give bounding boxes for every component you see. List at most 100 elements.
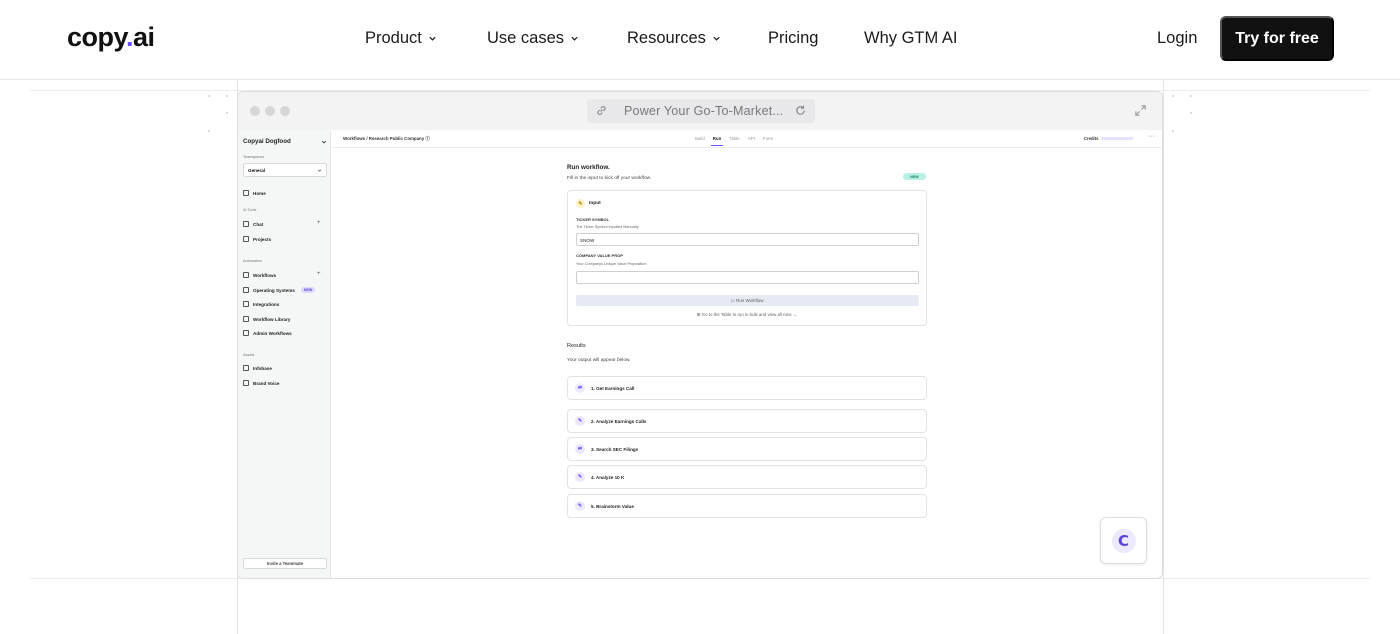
credits-bar	[1101, 137, 1134, 140]
teamspaces-label: Teamspaces	[243, 155, 265, 159]
go-to-table-link[interactable]: ⊞ Go to the Table to run in bulk and vie…	[568, 312, 926, 318]
grid-dot	[208, 95, 210, 97]
chat-logo-icon: C	[1111, 528, 1136, 553]
url-bar[interactable]: Power Your Go-To-Market...	[587, 99, 815, 123]
sidebar-item-home[interactable]: Home	[243, 190, 266, 196]
step-icon: ✎	[575, 416, 585, 426]
teamspace-select[interactable]: General	[243, 163, 327, 177]
top-nav: copy.ai Product Use cases Resources Pric…	[0, 0, 1400, 80]
chevron-down-icon	[571, 36, 578, 41]
run-workflow-button[interactable]: ▷ Run Workflow	[576, 295, 919, 306]
results-subtitle: Your output will appear below.	[567, 358, 631, 363]
step-label: 4. Analyze 10 K	[591, 474, 625, 480]
result-step[interactable]: ✎ 2. Analyze Earnings Calls	[567, 409, 927, 433]
nav-resources[interactable]: Resources	[627, 29, 721, 48]
result-step[interactable]: ⇄ 1. Get Earnings Call	[567, 376, 927, 400]
chevron-down-icon[interactable]	[321, 139, 327, 145]
step-icon: ✎	[575, 472, 585, 482]
sidebar-item-label: Workflows	[253, 272, 277, 278]
step-icon: ⇄	[575, 383, 585, 393]
link-icon	[597, 106, 606, 115]
nav-pricing-label: Pricing	[768, 29, 819, 47]
result-step[interactable]: ✎ 5. Brainstorm Value	[567, 494, 927, 518]
nav-resources-label: Resources	[627, 29, 706, 47]
chevron-down-icon	[429, 36, 436, 41]
sidebar-item-label: Integrations	[253, 301, 280, 307]
app-screen: Copyai Dogfood Teamspaces General Home A…	[238, 130, 1162, 578]
nav-product[interactable]: Product	[365, 29, 437, 48]
nav-product-label: Product	[365, 29, 422, 47]
traffic-light	[250, 106, 260, 116]
add-chat-icon[interactable]: +	[317, 220, 321, 226]
chevron-down-icon	[713, 36, 720, 41]
sidebar-item-label: Workflow Library	[253, 316, 291, 322]
sidebar-item-label: Home	[253, 190, 266, 196]
traffic-light	[265, 106, 275, 116]
sidebar-item-label: Brand Voice	[253, 380, 280, 386]
company-value-prop-label: COMPANY VALUE PROP	[576, 253, 623, 258]
result-step[interactable]: ✎ 4. Analyze 10 K	[567, 465, 927, 489]
step-icon: ✎	[575, 501, 585, 511]
chat-assistant-button[interactable]: C	[1100, 517, 1147, 564]
tab-form[interactable]: Form	[763, 136, 773, 141]
voice-icon	[243, 380, 249, 386]
traffic-light	[280, 106, 290, 116]
nav-why-gtm-ai[interactable]: Why GTM AI	[864, 29, 958, 48]
run-title: Run workflow.	[567, 164, 610, 171]
new-badge: NEW	[903, 173, 926, 180]
input-header: ✎ Input	[576, 199, 601, 208]
credits-meter[interactable]: Credits	[1084, 136, 1134, 141]
new-badge: NEW	[300, 287, 316, 293]
library-icon	[243, 316, 249, 322]
credits-label: Credits	[1084, 136, 1099, 141]
tab-build[interactable]: Build	[695, 136, 705, 141]
step-label: 5. Brainstorm Value	[591, 503, 634, 509]
sidebar-item-operating-systems[interactable]: Operating Systems NEW	[243, 287, 316, 293]
sidebar-item-workflow-library[interactable]: Workflow Library	[243, 316, 290, 322]
logo-prefix: copy	[67, 22, 127, 52]
try-for-free-button[interactable]: Try for free	[1220, 16, 1334, 61]
teamspace-value: General	[248, 168, 266, 173]
ticker-symbol-description: The Ticker Symbol Inputted Manually	[576, 225, 639, 229]
logo-dot: .	[126, 22, 134, 52]
step-icon: ⇄	[575, 444, 585, 454]
app-topbar: Workflows / Research Public Company ⓘ Bu…	[332, 130, 1162, 148]
expand-icon[interactable]	[1134, 104, 1147, 117]
refresh-icon[interactable]	[794, 104, 807, 117]
logo[interactable]: copy.ai	[67, 22, 155, 53]
add-workflow-icon[interactable]: +	[317, 271, 321, 277]
ticker-symbol-label: TICKER SYMBOL	[576, 217, 610, 222]
nav-pricing[interactable]: Pricing	[768, 29, 818, 48]
nav-use-cases[interactable]: Use cases	[487, 29, 579, 48]
invite-teammate-button[interactable]: Invite a Teammate	[243, 558, 327, 569]
company-value-prop-description: Your Companys Unique Value Proposition	[576, 262, 647, 266]
sidebar-item-admin-workflows[interactable]: Admin Workflows	[243, 330, 292, 336]
workspace-name[interactable]: Copyai Dogfood	[243, 138, 291, 145]
grid-dot	[226, 95, 228, 97]
sidebar-item-brand-voice[interactable]: Brand Voice	[243, 380, 279, 386]
more-icon[interactable]: ···	[1148, 133, 1155, 140]
grid-dot	[1190, 112, 1192, 114]
breadcrumb[interactable]: Workflows / Research Public Company ⓘ	[343, 136, 430, 142]
sidebar-item-projects[interactable]: Projects	[243, 236, 271, 242]
step-label: 3. Search SEC Filings	[591, 446, 639, 452]
login-link[interactable]: Login	[1157, 29, 1197, 48]
tab-api[interactable]: API	[748, 136, 755, 141]
sidebar-item-label: Projects	[253, 236, 272, 242]
workflow-tabs: Build Run Table API Form	[695, 136, 773, 146]
company-value-prop-input[interactable]	[576, 271, 919, 284]
sidebar-item-label: Operating Systems	[253, 287, 295, 293]
projects-icon	[243, 236, 249, 242]
grid-line	[1163, 80, 1164, 634]
ticker-symbol-input[interactable]: SNOW	[576, 233, 919, 246]
nav-why-gtm-ai-label: Why GTM AI	[864, 29, 958, 47]
sidebar-item-integrations[interactable]: Integrations	[243, 301, 279, 307]
sidebar-item-chat[interactable]: Chat	[243, 221, 263, 227]
browser-frame: Power Your Go-To-Market... Copyai Dogfoo…	[237, 91, 1163, 579]
tab-run[interactable]: Run	[710, 136, 723, 146]
sidebar-item-workflows[interactable]: Workflows	[243, 272, 276, 278]
tab-table[interactable]: Table	[729, 136, 740, 141]
result-step[interactable]: ⇄ 3. Search SEC Filings	[567, 437, 927, 461]
sidebar-item-infobase[interactable]: Infobase	[243, 365, 272, 371]
grid-dot	[1172, 95, 1174, 97]
